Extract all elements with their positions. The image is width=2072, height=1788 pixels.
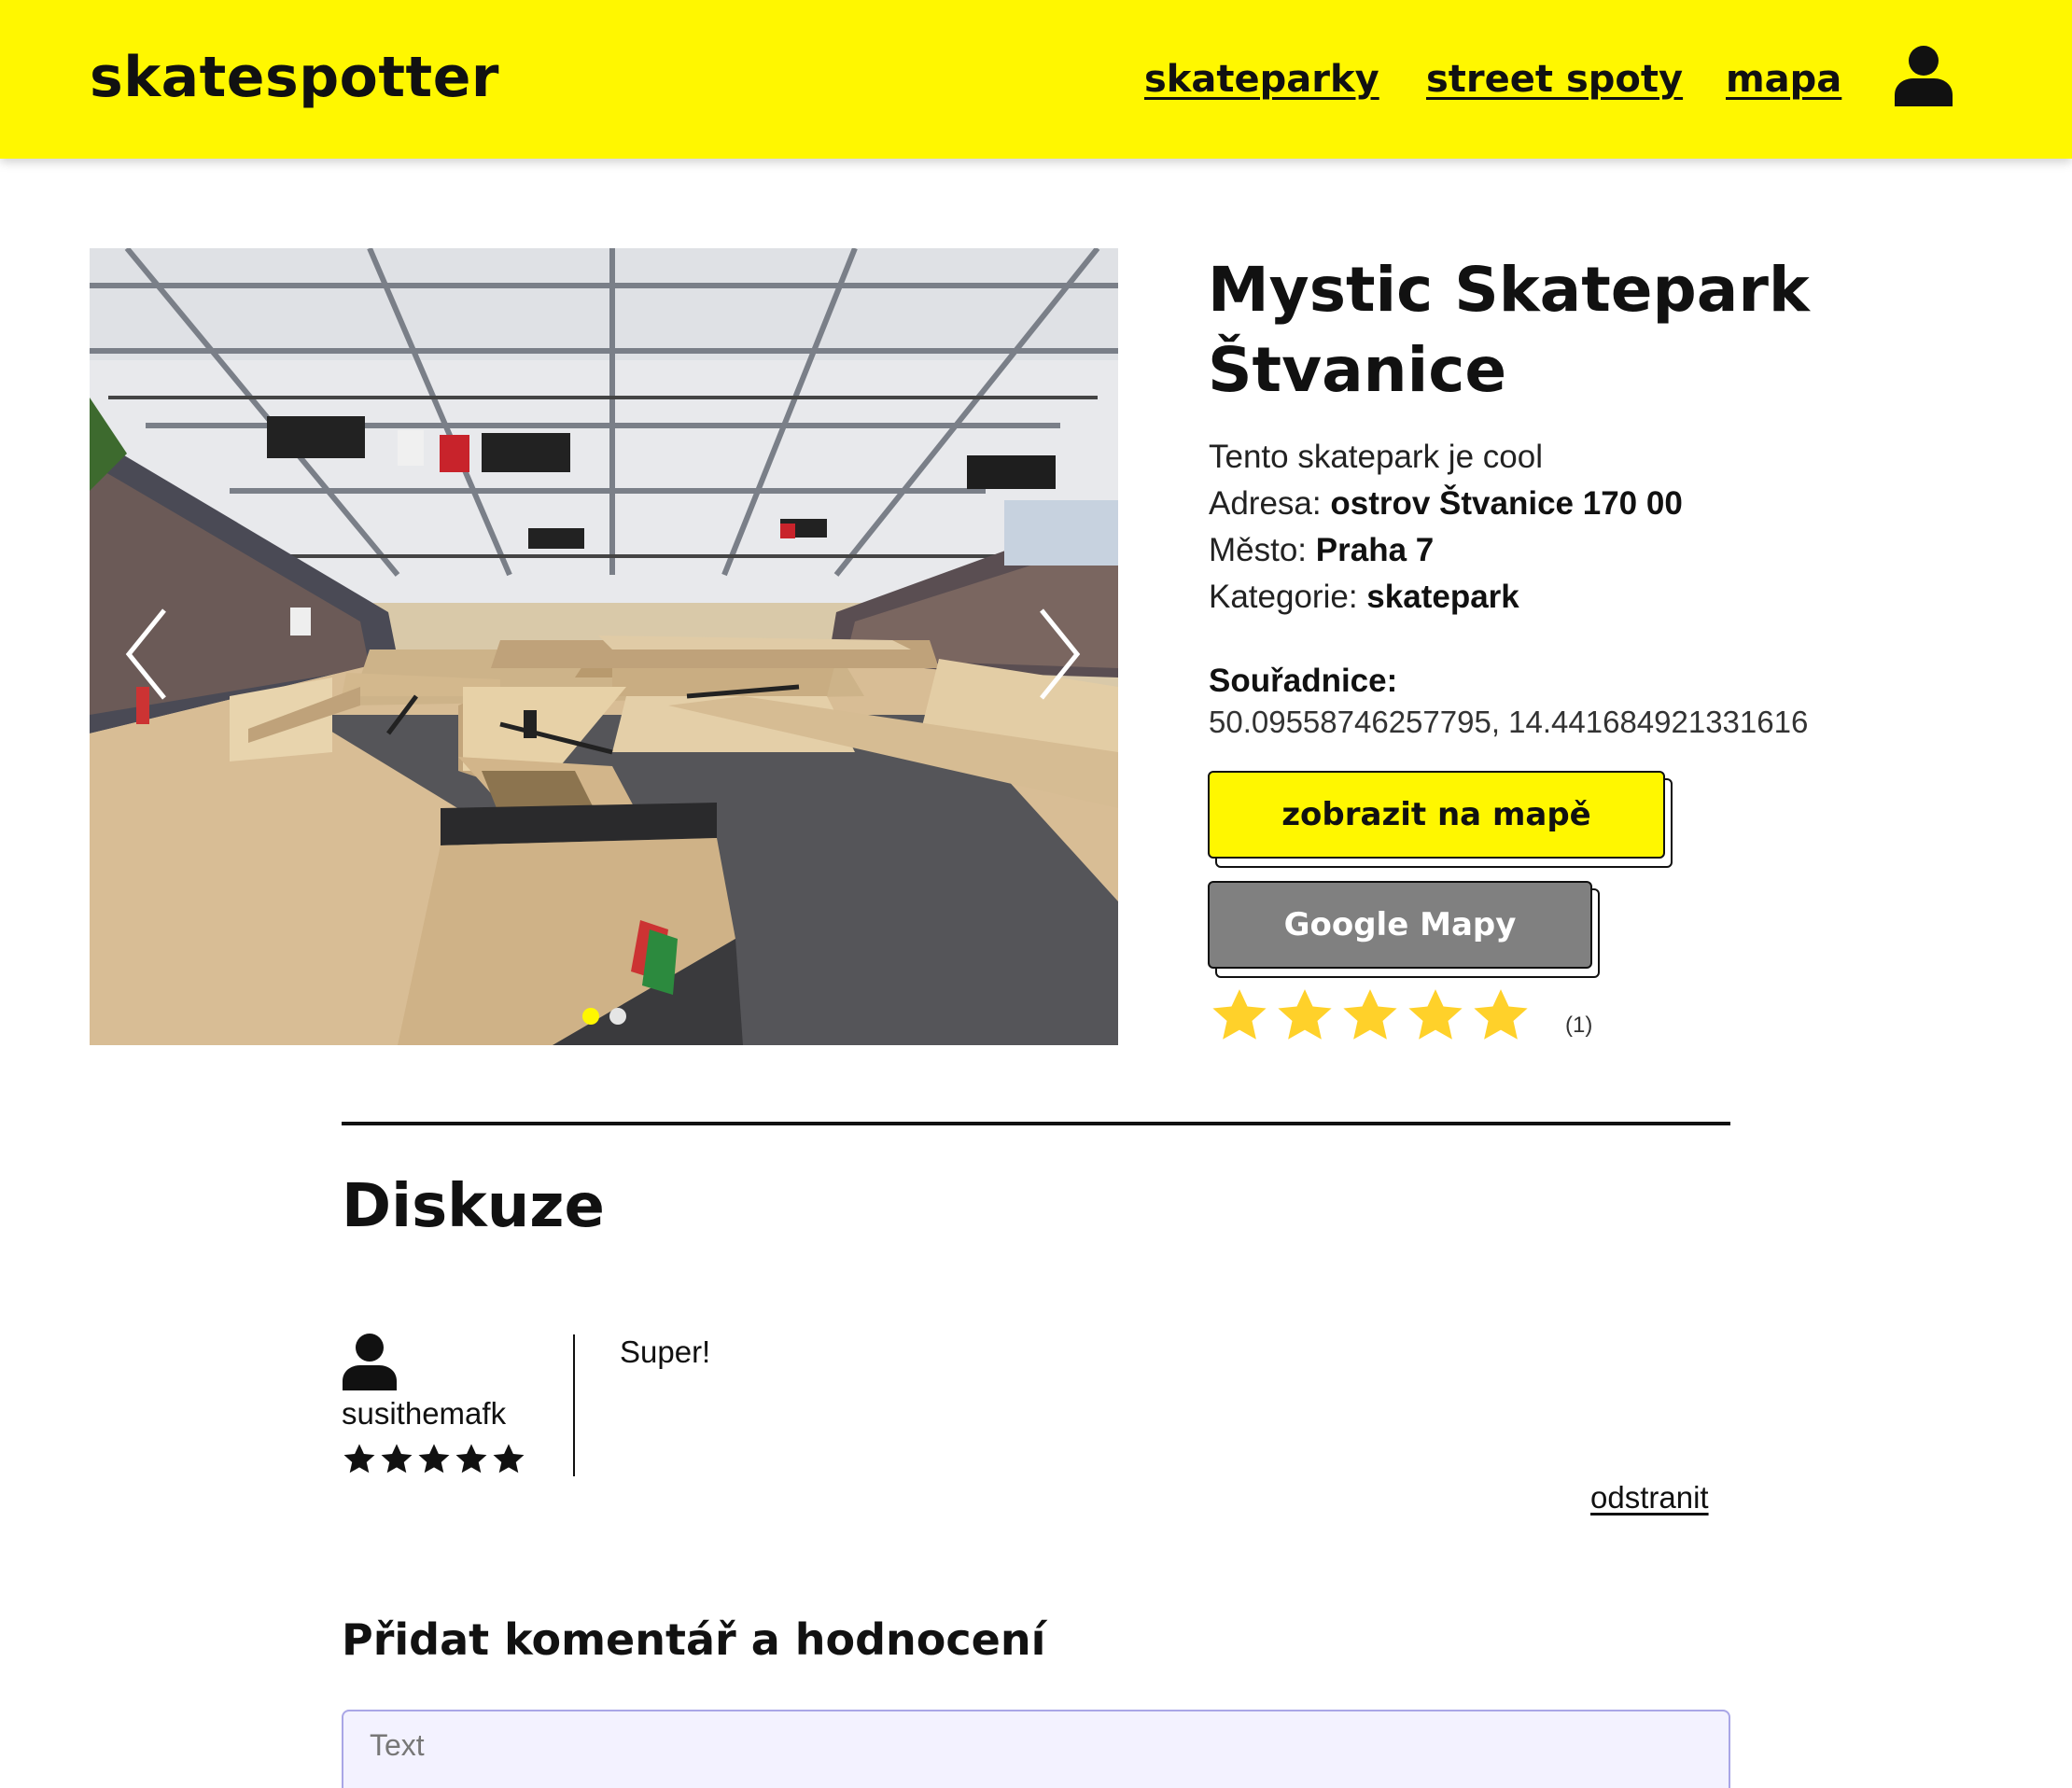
comment-rating-stars: [342, 1442, 526, 1477]
title-line-2: Štvanice: [1208, 334, 1507, 406]
star-icon: [1474, 989, 1528, 1040]
carousel-dot-2[interactable]: [609, 1008, 626, 1025]
address-label: Adresa:: [1209, 485, 1322, 522]
comment-separator: [573, 1334, 575, 1476]
rating-stars: [1208, 985, 1533, 1047]
address-value: ostrov Štvanice 170 00: [1330, 485, 1683, 522]
star-icon: [381, 1444, 413, 1474]
discussion-title: Diskuze: [342, 1172, 605, 1241]
coords-label: Souřadnice:: [1209, 663, 1398, 699]
show-on-map-button[interactable]: zobrazit na mapě: [1208, 771, 1665, 859]
coords-value: 50.09558746257795, 14.441684921331616: [1209, 705, 1809, 739]
comment-text: Super!: [620, 1334, 711, 1369]
star-icon: [1408, 989, 1463, 1040]
star-icon: [1278, 989, 1332, 1040]
photo-carousel: [90, 248, 1118, 1045]
comment-text-input[interactable]: [342, 1710, 1730, 1788]
star-icon: [418, 1444, 450, 1474]
category-label: Kategorie:: [1209, 579, 1358, 615]
user-icon[interactable]: [1893, 45, 1954, 106]
nav-skateparky[interactable]: skateparky: [1144, 58, 1379, 101]
skatepark-photo: [90, 248, 1118, 1045]
add-comment-title: Přidat komentář a hodnocení: [342, 1614, 1046, 1665]
star-icon: [493, 1444, 525, 1474]
star-icon: [1343, 989, 1397, 1040]
carousel-dot-1[interactable]: [582, 1008, 599, 1025]
page-title: Mystic Skatepark Štvanice: [1208, 250, 1954, 411]
carousel-prev-icon[interactable]: [118, 603, 174, 705]
section-divider: [342, 1122, 1730, 1125]
rating-count: (1): [1565, 1013, 1593, 1038]
star-icon: [1212, 989, 1267, 1040]
star-icon: [343, 1444, 375, 1474]
city-label: Město:: [1209, 532, 1308, 568]
google-maps-button[interactable]: Google Mapy: [1208, 881, 1592, 969]
spot-description: Tento skatepark je cool: [1209, 439, 1543, 475]
top-header: skatespotter skateparky street spoty map…: [0, 0, 2072, 159]
title-line-1: Mystic Skatepark: [1208, 254, 1810, 326]
spot-city: Město: Praha 7: [1209, 532, 1434, 569]
remove-comment-link[interactable]: odstranit: [1590, 1480, 1709, 1516]
star-icon: [455, 1444, 487, 1474]
spot-address: Adresa: ostrov Štvanice 170 00: [1209, 485, 1683, 523]
comment-avatar-icon: [343, 1334, 397, 1390]
brand-logo[interactable]: skatespotter: [90, 45, 499, 110]
spot-category: Kategorie: skatepark: [1209, 579, 1519, 616]
nav-street-spoty[interactable]: street spoty: [1426, 58, 1683, 101]
nav-mapa[interactable]: mapa: [1726, 58, 1841, 101]
carousel-next-icon[interactable]: [1032, 603, 1088, 705]
city-value: Praha 7: [1315, 532, 1435, 568]
comment-username: susithemafk: [342, 1396, 507, 1431]
category-value: skatepark: [1366, 579, 1519, 615]
